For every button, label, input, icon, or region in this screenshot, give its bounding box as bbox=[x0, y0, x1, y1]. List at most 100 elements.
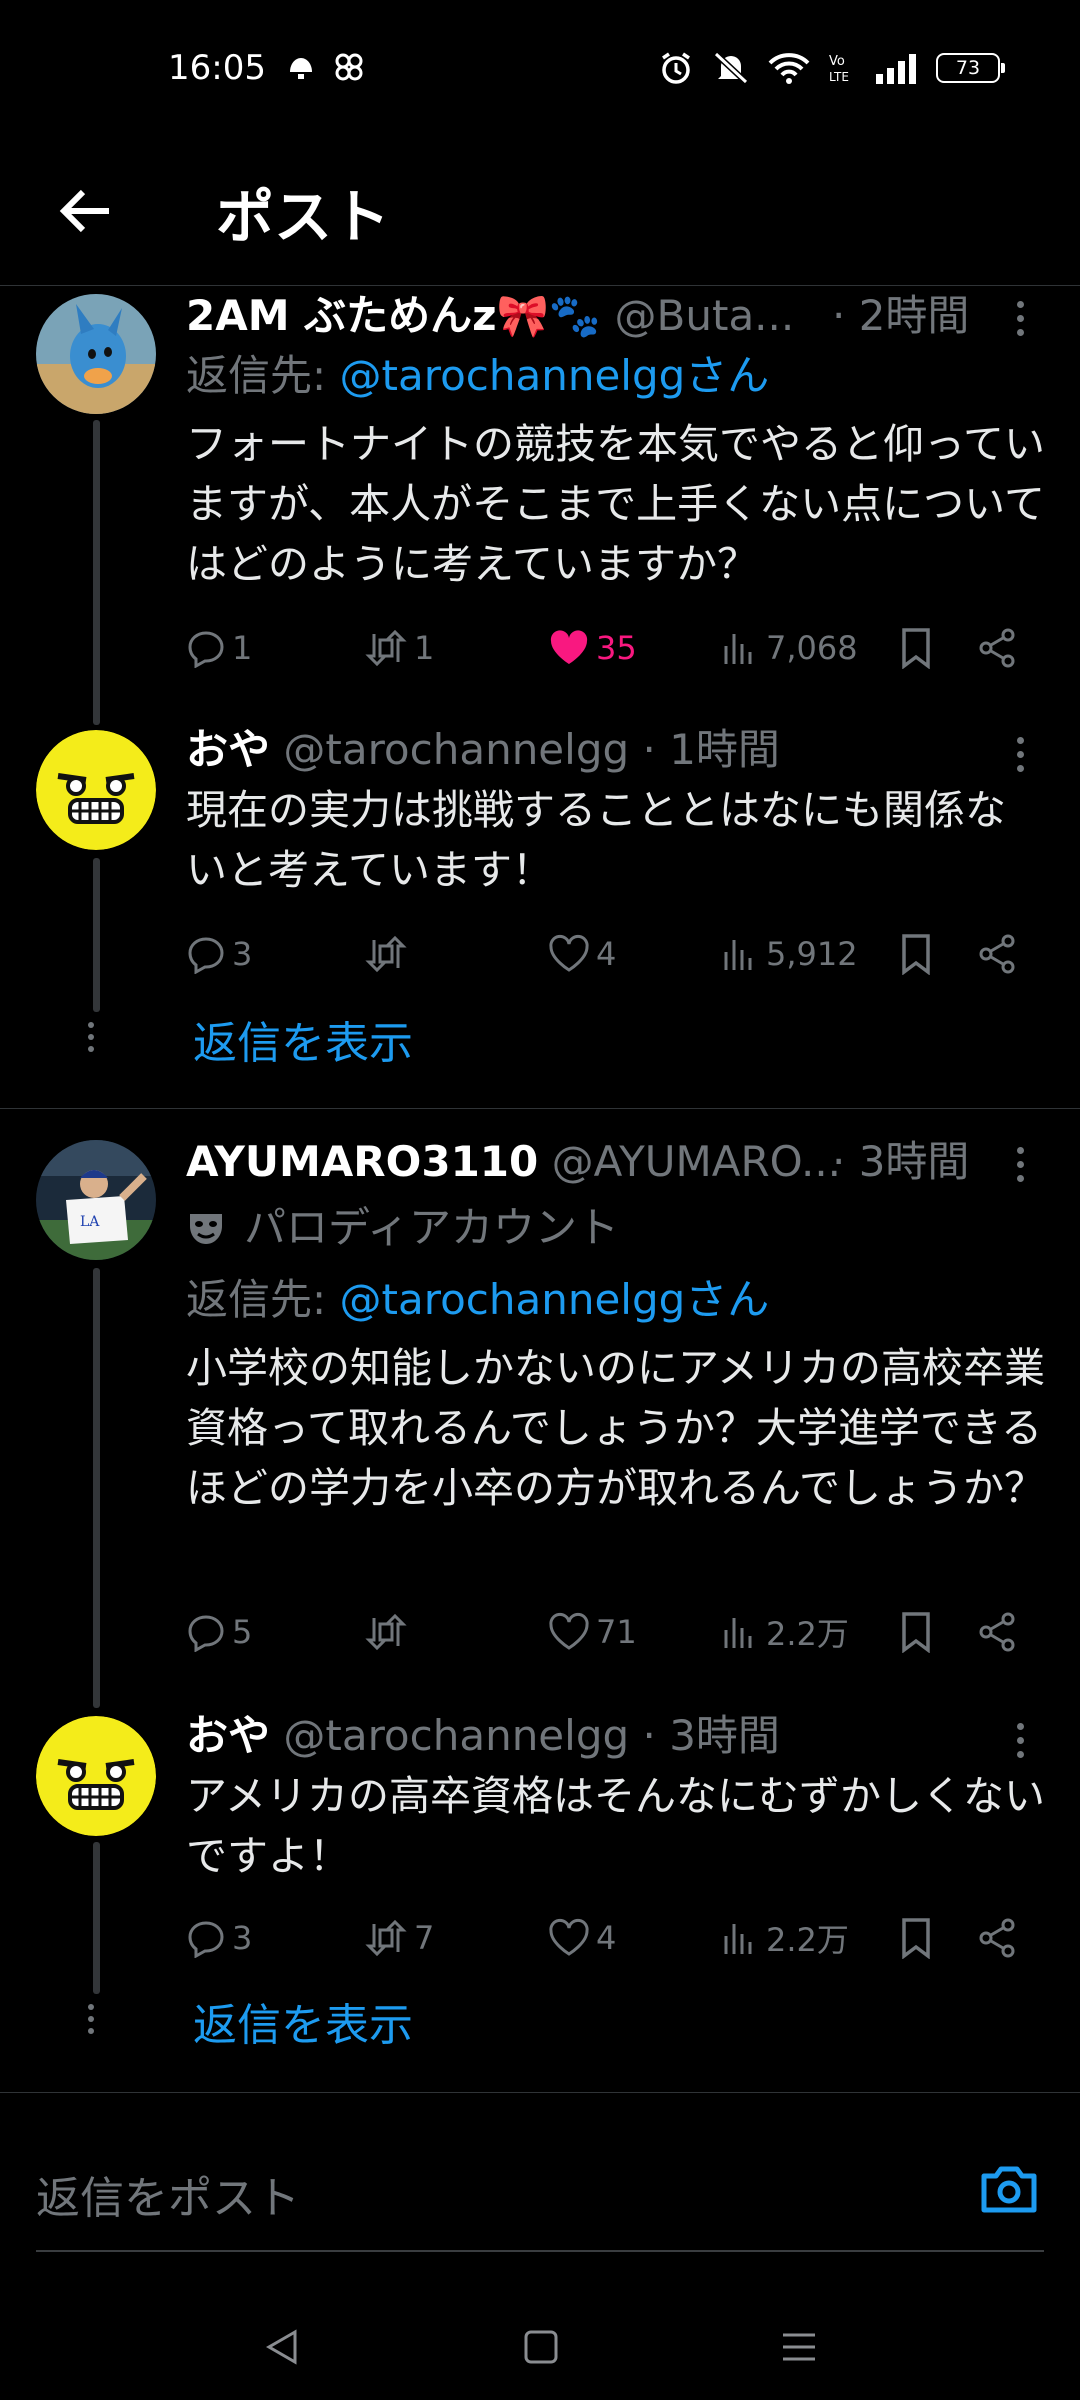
like-button[interactable]: 4 bbox=[548, 926, 616, 982]
author-name[interactable]: AYUMARO3110 bbox=[186, 1137, 538, 1186]
views-icon bbox=[724, 634, 752, 664]
avatar-image bbox=[36, 1716, 156, 1836]
bookmark-button[interactable] bbox=[898, 1604, 934, 1660]
thread-connector bbox=[93, 1268, 100, 1708]
avatar[interactable]: LA bbox=[36, 1140, 156, 1260]
bookmark-button[interactable] bbox=[898, 620, 934, 676]
thread-divider bbox=[0, 1108, 1080, 1109]
notification-app-icon bbox=[290, 58, 312, 79]
status-time: 16:05 bbox=[168, 48, 266, 88]
reply-button[interactable]: 1 bbox=[186, 620, 252, 676]
author-handle[interactable]: @tarochannelgg · 3時間 bbox=[283, 1711, 780, 1760]
show-replies-link[interactable]: 返信を表示 bbox=[193, 1016, 413, 1072]
author-handle[interactable]: @tarochannelgg · 1時間 bbox=[283, 725, 780, 774]
view-count: 2.2万 bbox=[766, 1921, 849, 1959]
action-bar: 1 1 35 7,068 bbox=[186, 620, 1036, 676]
share-button[interactable] bbox=[976, 926, 1018, 982]
repost-count: 1 bbox=[414, 629, 435, 667]
author-handle[interactable]: @AYUMARO... bbox=[552, 1137, 841, 1186]
reply-mention[interactable]: @tarochannelggさん bbox=[340, 351, 770, 400]
thread-connector bbox=[93, 420, 100, 725]
reply-context: 返信先: @tarochannelggさん bbox=[186, 350, 769, 402]
nav-menu-icon bbox=[783, 2333, 815, 2361]
svg-text:LTE: LTE bbox=[829, 70, 849, 84]
views-button[interactable]: 2.2万 bbox=[720, 1910, 849, 1966]
reply-input[interactable]: 返信をポスト bbox=[36, 2162, 300, 2226]
reply-button[interactable]: 3 bbox=[186, 926, 252, 982]
reply-icon bbox=[188, 1615, 224, 1652]
more-button[interactable] bbox=[1000, 1144, 1040, 1184]
mute-icon bbox=[713, 51, 749, 85]
bookmark-icon bbox=[902, 1612, 930, 1653]
like-button[interactable]: 4 bbox=[548, 1910, 616, 1966]
wifi-icon bbox=[768, 53, 810, 84]
reply-mention[interactable]: @tarochannelggさん bbox=[340, 1275, 770, 1324]
parody-mask-icon bbox=[190, 1214, 222, 1244]
bookmark-button[interactable] bbox=[898, 926, 934, 982]
views-button[interactable]: 2.2万 bbox=[720, 1604, 849, 1660]
views-button[interactable]: 7,068 bbox=[720, 620, 858, 676]
repost-button[interactable] bbox=[364, 926, 414, 982]
avatar[interactable] bbox=[36, 294, 156, 414]
more-button[interactable] bbox=[1000, 1720, 1040, 1760]
repost-icon bbox=[365, 629, 407, 667]
repost-button[interactable] bbox=[364, 1604, 414, 1660]
camera-button[interactable] bbox=[980, 2164, 1038, 2214]
like-count: 4 bbox=[596, 935, 617, 973]
avatar[interactable] bbox=[36, 730, 156, 850]
like-count: 4 bbox=[596, 1919, 617, 1957]
bookmark-button[interactable] bbox=[898, 1910, 934, 1966]
camera-icon bbox=[981, 2166, 1037, 2213]
author-name[interactable]: 2AM ぶためんz🎀🐾 bbox=[186, 291, 601, 340]
signal-icon bbox=[876, 54, 916, 84]
back-button[interactable] bbox=[52, 178, 118, 244]
like-button[interactable]: 71 bbox=[548, 1604, 637, 1660]
share-icon bbox=[979, 628, 1015, 668]
repost-button[interactable]: 7 bbox=[364, 1910, 434, 1966]
alarm-icon bbox=[662, 52, 690, 84]
post-time: · 2時間 bbox=[832, 291, 970, 340]
reply-prefix: 返信先: bbox=[186, 1275, 340, 1324]
views-icon bbox=[724, 1618, 752, 1648]
reply-context: 返信先: @tarochannelggさん bbox=[186, 1274, 769, 1326]
view-count: 2.2万 bbox=[766, 1615, 849, 1653]
thread-connector bbox=[93, 858, 100, 1012]
reply-icon bbox=[188, 631, 224, 668]
views-button[interactable]: 5,912 bbox=[720, 926, 858, 982]
action-bar: 5 71 2.2万 bbox=[186, 1604, 1036, 1660]
avatar[interactable] bbox=[36, 1716, 156, 1836]
author-name[interactable]: おや bbox=[186, 725, 270, 774]
share-button[interactable] bbox=[976, 1604, 1018, 1660]
reply-button[interactable]: 3 bbox=[186, 1910, 252, 1966]
thread-ellipsis bbox=[88, 2004, 94, 2034]
thread-ellipsis bbox=[88, 1022, 94, 1052]
like-icon bbox=[550, 630, 588, 664]
nav-home-button[interactable] bbox=[506, 2312, 576, 2382]
like-icon bbox=[549, 1612, 589, 1650]
repost-icon bbox=[365, 935, 407, 973]
repost-count: 7 bbox=[414, 1919, 435, 1957]
post-text: 現在の実力は挑戦することとはなにも関係ないと考えています！ bbox=[186, 786, 1006, 894]
like-button[interactable]: 35 bbox=[548, 620, 637, 676]
views-icon bbox=[724, 940, 752, 970]
show-replies-link[interactable]: 返信を表示 bbox=[193, 1998, 413, 2054]
nav-menu-button[interactable] bbox=[764, 2312, 834, 2382]
like-count: 35 bbox=[596, 629, 637, 667]
view-count: 7,068 bbox=[766, 629, 858, 667]
share-button[interactable] bbox=[976, 1910, 1018, 1966]
pinwheel-icon bbox=[335, 53, 363, 81]
post-text: フォートナイトの競技を本気でやると仰っていますが、本人がそこまで上手くない点につ… bbox=[186, 420, 1045, 588]
reply-button[interactable]: 5 bbox=[186, 1604, 252, 1660]
nav-home-icon bbox=[524, 2330, 558, 2364]
reply-count: 3 bbox=[232, 935, 253, 973]
like-icon bbox=[549, 1918, 589, 1956]
thread-connector bbox=[93, 1842, 100, 1994]
nav-back-button[interactable] bbox=[248, 2312, 318, 2382]
back-arrow-icon bbox=[59, 189, 109, 233]
share-button[interactable] bbox=[976, 620, 1018, 676]
more-button[interactable] bbox=[1000, 734, 1040, 774]
author-handle[interactable]: @Buta... bbox=[615, 291, 795, 340]
more-button[interactable] bbox=[1000, 298, 1040, 338]
repost-button[interactable]: 1 bbox=[364, 620, 434, 676]
author-name[interactable]: おや bbox=[186, 1711, 270, 1760]
